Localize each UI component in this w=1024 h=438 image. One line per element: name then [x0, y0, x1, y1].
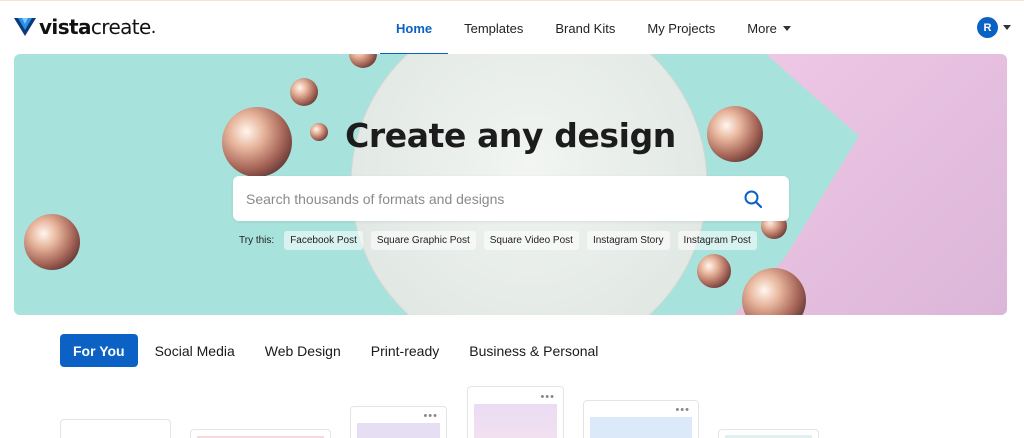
- vistacreate-logo[interactable]: vistacreate.: [14, 15, 156, 39]
- tab-social-media[interactable]: Social Media: [142, 334, 248, 367]
- chevron-down-icon: [782, 25, 791, 31]
- category-tabs: For You Social Media Web Design Print-re…: [60, 334, 615, 367]
- suggestions-row: Try this: Facebook Post Square Graphic P…: [239, 231, 765, 250]
- format-card[interactable]: [190, 429, 331, 438]
- hero-title: Create any design: [345, 116, 676, 155]
- format-card[interactable]: •••: [350, 406, 447, 438]
- format-card[interactable]: [718, 429, 819, 438]
- nav-more[interactable]: More: [731, 1, 807, 55]
- format-card[interactable]: [60, 419, 171, 438]
- logo-wordmark: vistacreate: [39, 15, 151, 39]
- format-card[interactable]: •••: [467, 386, 564, 438]
- tab-web-design[interactable]: Web Design: [252, 334, 354, 367]
- hero-banner: Create any design Try this: Facebook Pos…: [14, 54, 1007, 315]
- nav-my-projects-label: My Projects: [647, 20, 716, 36]
- card-thumbnail: [474, 404, 557, 438]
- more-options-icon[interactable]: •••: [540, 392, 555, 403]
- chevron-down-icon: [1003, 25, 1011, 30]
- vistacreate-logo-icon: [14, 18, 36, 36]
- nav-templates[interactable]: Templates: [448, 1, 539, 55]
- search-box[interactable]: [233, 176, 789, 221]
- card-thumbnail: [590, 417, 692, 438]
- suggestion-instagram-post[interactable]: Instagram Post: [677, 231, 757, 250]
- suggestion-instagram-story[interactable]: Instagram Story: [586, 231, 670, 250]
- avatar: R: [977, 17, 998, 38]
- nav-home-label: Home: [396, 20, 433, 36]
- format-card[interactable]: •••: [583, 400, 699, 438]
- nav-brand-kits[interactable]: Brand Kits: [539, 1, 631, 55]
- nav-templates-label: Templates: [464, 20, 524, 36]
- more-options-icon[interactable]: •••: [675, 405, 690, 416]
- search-icon[interactable]: [743, 189, 763, 209]
- logo-wordmark-light: create: [90, 15, 151, 39]
- try-this-label: Try this:: [239, 235, 275, 246]
- card-thumbnail: [357, 423, 440, 438]
- top-header: vistacreate. Home Templates Brand Kits M…: [0, 0, 1024, 55]
- suggestion-square-graphic-post[interactable]: Square Graphic Post: [370, 231, 476, 250]
- suggestion-square-video-post[interactable]: Square Video Post: [483, 231, 579, 250]
- more-options-icon[interactable]: •••: [423, 411, 438, 422]
- search-input[interactable]: [233, 176, 743, 221]
- nav-more-label: More: [747, 20, 777, 36]
- logo-dot: .: [150, 15, 157, 38]
- main-nav: Home Templates Brand Kits My Projects Mo…: [380, 1, 807, 55]
- logo-wordmark-bold: vista: [39, 15, 91, 39]
- tab-business-personal[interactable]: Business & Personal: [456, 334, 611, 367]
- nav-my-projects[interactable]: My Projects: [631, 1, 731, 55]
- tab-for-you[interactable]: For You: [60, 334, 138, 367]
- tab-print-ready[interactable]: Print-ready: [358, 334, 452, 367]
- nav-brand-kits-label: Brand Kits: [555, 20, 616, 36]
- account-menu[interactable]: R: [977, 17, 1011, 38]
- suggestion-facebook-post[interactable]: Facebook Post: [284, 231, 363, 250]
- nav-home[interactable]: Home: [380, 1, 449, 55]
